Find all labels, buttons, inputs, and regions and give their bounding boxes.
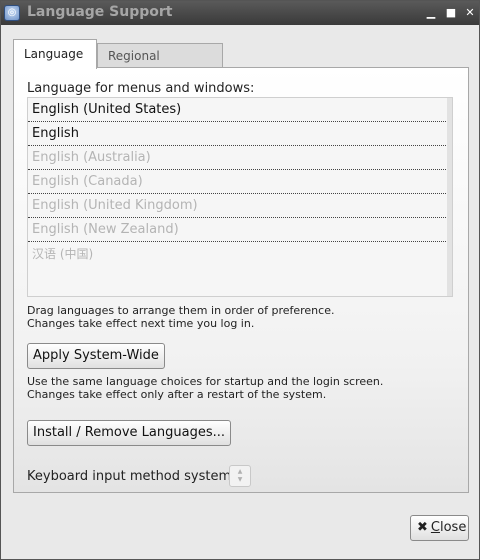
language-label: English (Australia) bbox=[32, 150, 151, 165]
list-item[interactable]: English (United States) bbox=[28, 98, 448, 122]
keyboard-input-method-select[interactable]: ▲ ▼ bbox=[229, 465, 251, 487]
keyboard-input-label: Keyboard input method system: bbox=[27, 469, 236, 484]
globe-icon: ◎ bbox=[4, 5, 20, 21]
close-button-mnemonic: C bbox=[430, 520, 440, 535]
window-title: Language Support bbox=[27, 4, 173, 20]
list-item[interactable]: English (New Zealand) bbox=[28, 218, 448, 242]
language-list-label: Language for menus and windows: bbox=[27, 81, 255, 96]
maximize-button[interactable]: ■ bbox=[443, 5, 459, 21]
language-label: English (New Zealand) bbox=[32, 222, 179, 237]
tab-language[interactable]: Language bbox=[13, 39, 97, 69]
close-icon: ✖ bbox=[417, 520, 428, 535]
install-remove-languages-button[interactable]: Install / Remove Languages... bbox=[27, 420, 231, 446]
chevron-down-icon: ▼ bbox=[237, 476, 243, 483]
list-scrollbar[interactable] bbox=[447, 98, 452, 296]
list-item[interactable]: 汉语 (中国) bbox=[28, 242, 448, 266]
title-bar[interactable]: ◎ Language Support ▁ ■ ✕ bbox=[1, 1, 479, 25]
list-item[interactable]: English (United Kingdom) bbox=[28, 194, 448, 218]
language-list[interactable]: English (United States) English English … bbox=[27, 97, 453, 297]
apply-hint-line-2: Changes take effect only after a restart… bbox=[27, 388, 327, 401]
list-item[interactable]: English (Australia) bbox=[28, 146, 448, 170]
language-label: English (United States) bbox=[32, 102, 182, 117]
drag-hint-line-2: Changes take effect next time you log in… bbox=[27, 317, 255, 330]
minimize-button[interactable]: ▁ bbox=[423, 5, 439, 21]
language-support-window: ◎ Language Support ▁ ■ ✕ Language Region… bbox=[0, 0, 480, 560]
drag-hint-line-1: Drag languages to arrange them in order … bbox=[27, 304, 335, 317]
language-label: 汉语 (中国) bbox=[32, 247, 94, 261]
list-item[interactable]: English bbox=[28, 122, 448, 146]
apply-system-wide-button[interactable]: Apply System-Wide bbox=[27, 343, 165, 369]
close-button[interactable]: ✖ Close bbox=[410, 515, 469, 541]
close-button-label: lose bbox=[439, 520, 467, 535]
tab-regional-formats[interactable]: Regional Formats bbox=[97, 43, 223, 87]
chevron-up-icon: ▲ bbox=[237, 468, 243, 475]
apply-hint-line-1: Use the same language choices for startu… bbox=[27, 375, 384, 388]
language-label: English bbox=[32, 126, 79, 141]
language-label: English (Canada) bbox=[32, 174, 143, 189]
list-item[interactable]: English (Canada) bbox=[28, 170, 448, 194]
close-window-button[interactable]: ✕ bbox=[462, 5, 478, 21]
language-label: English (United Kingdom) bbox=[32, 198, 198, 213]
